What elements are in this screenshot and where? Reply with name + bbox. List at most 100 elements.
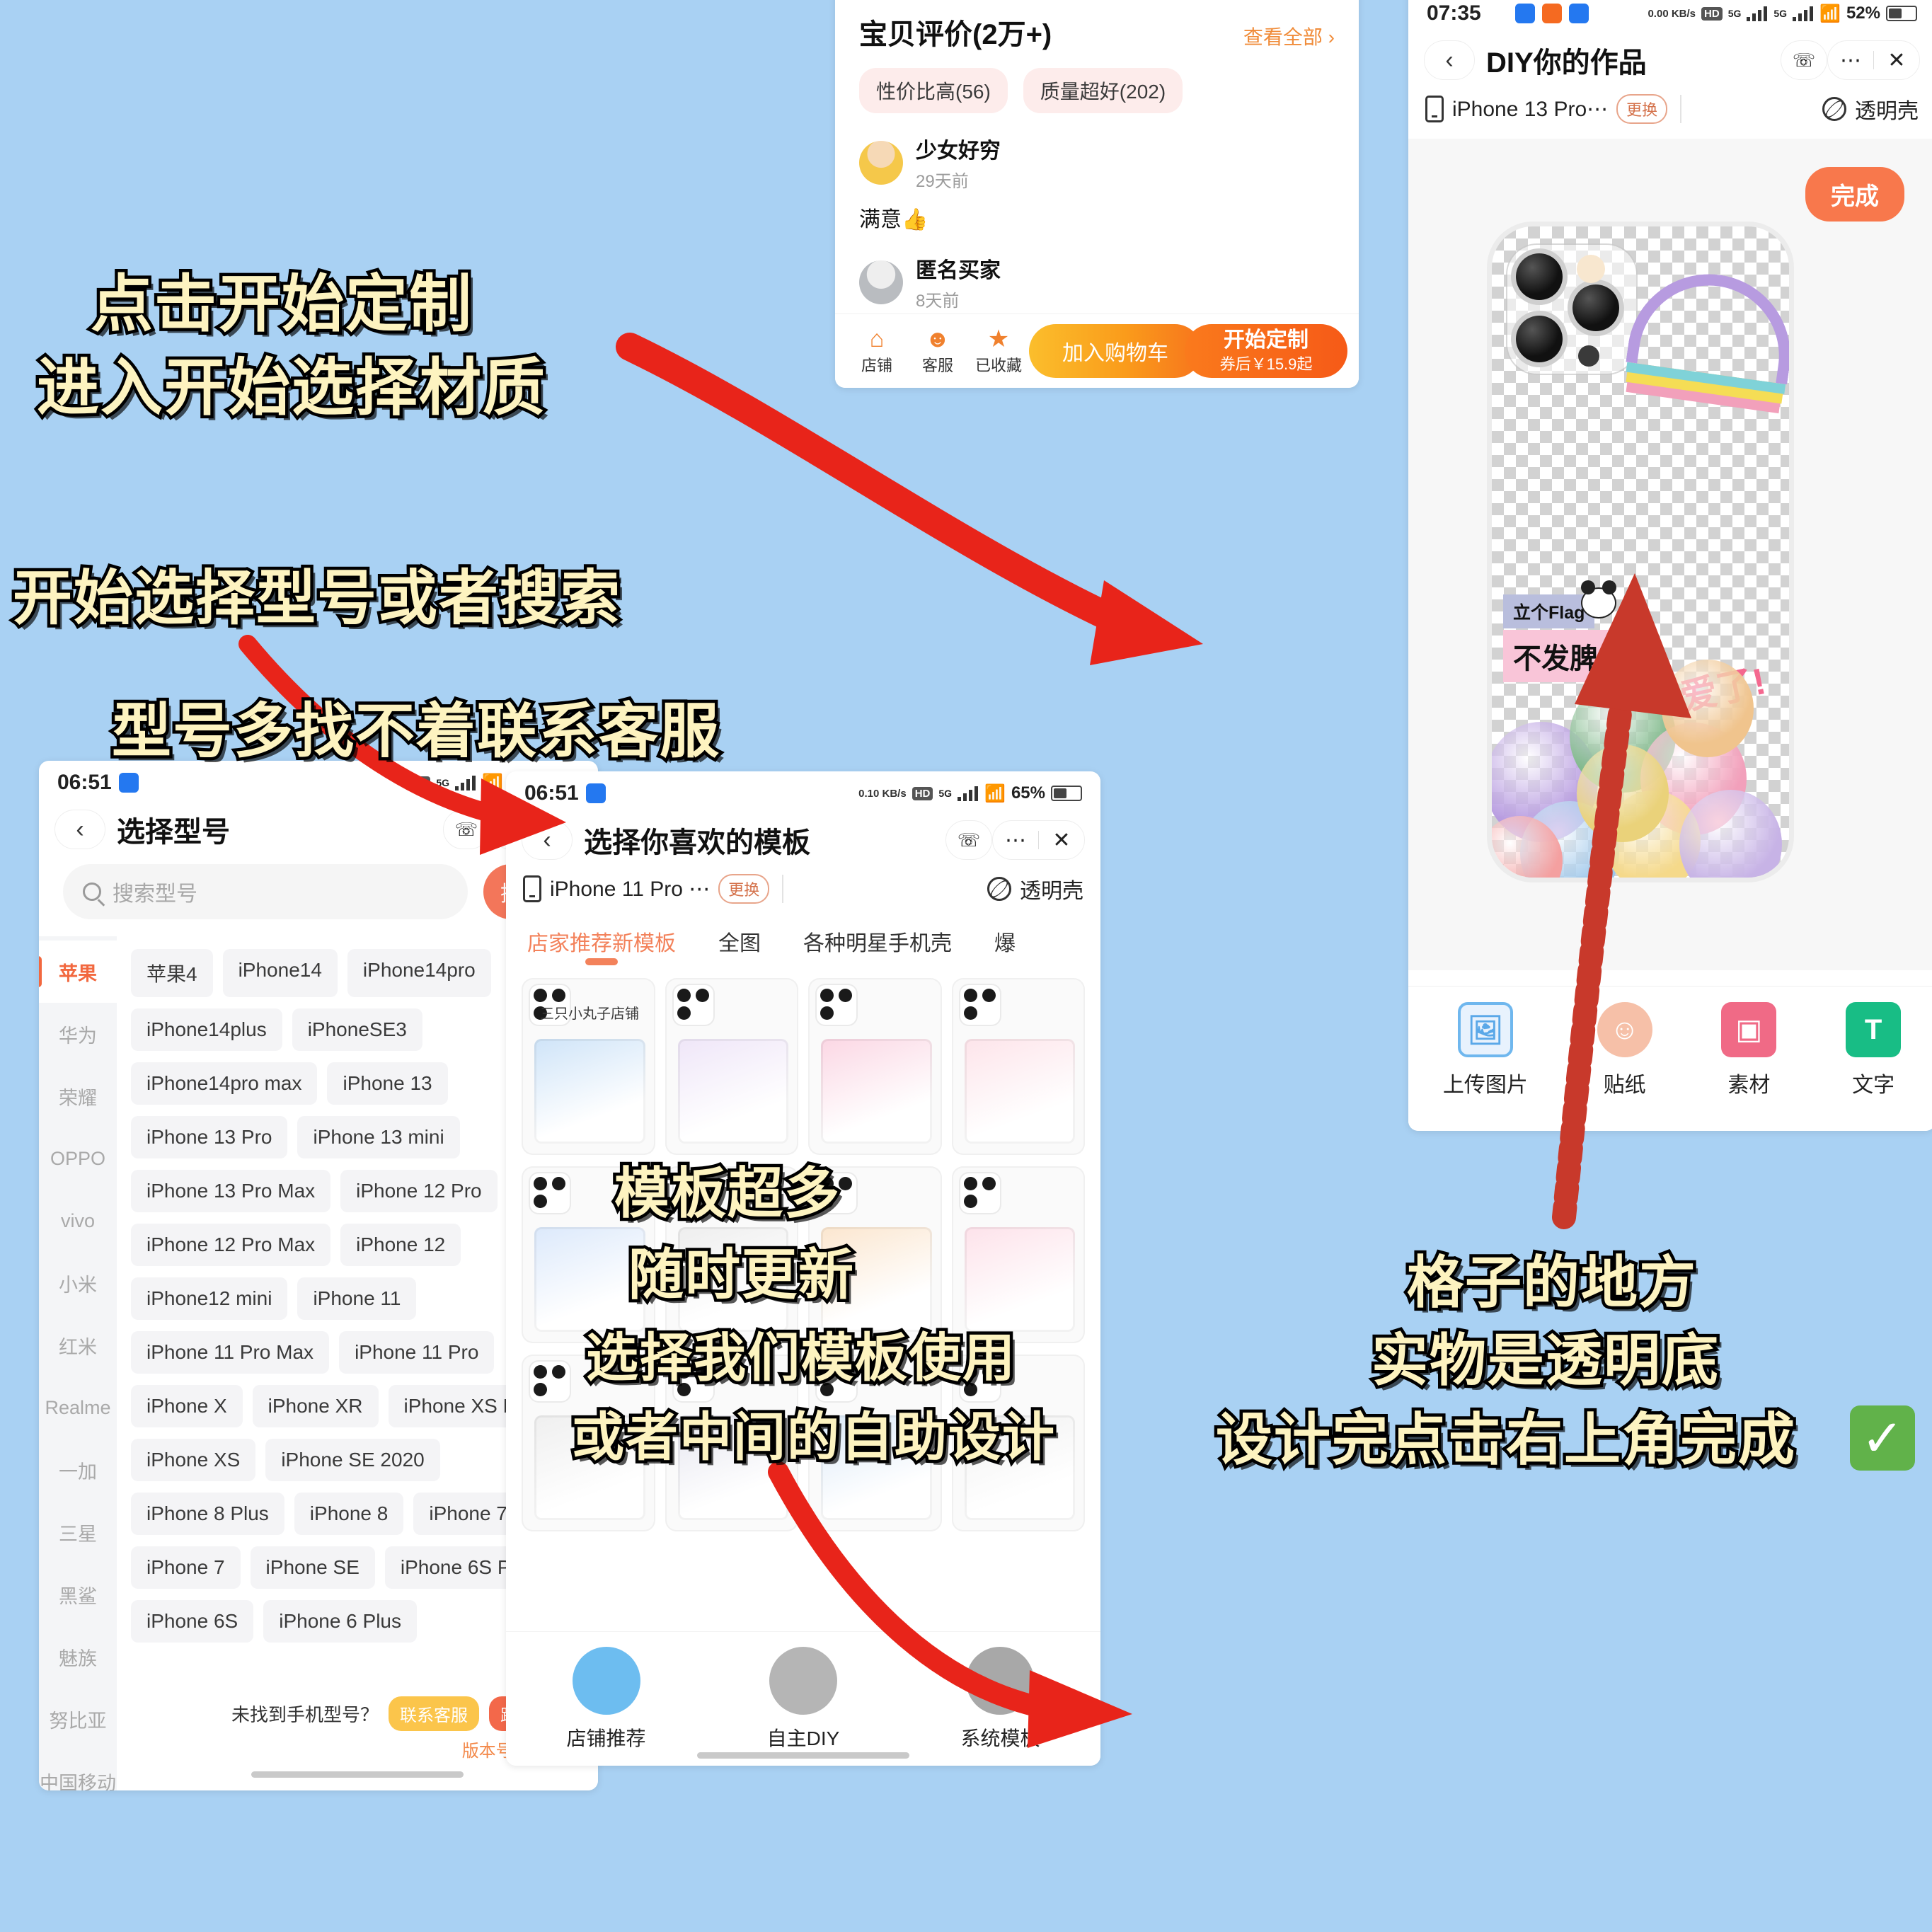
done-button[interactable]: 完成 [1805,167,1904,222]
model-chip[interactable]: iPhone 12 Pro [340,1170,498,1212]
close-icon[interactable]: ✕ [1039,828,1084,853]
hd-icon: HD [912,786,933,800]
divider [782,875,784,903]
template-tab[interactable]: 各种明星手机壳 [803,926,952,965]
review-tag[interactable]: 质量超好(202) [1023,68,1183,113]
brand-item[interactable]: vivo [39,1190,117,1252]
camera-lens [982,1177,996,1190]
template-card[interactable] [665,978,798,1155]
more-menu-icon[interactable]: ⋯ [993,828,1038,853]
brand-item[interactable]: 华为 [39,1003,117,1065]
template-card[interactable] [951,1166,1085,1343]
model-chip[interactable]: iPhone12 mini [131,1277,288,1320]
model-chip[interactable]: iPhone X [131,1385,243,1427]
reviewer-name: 少女好穷 [916,139,1001,163]
rainbow-sticker[interactable] [1626,263,1789,385]
brand-item[interactable]: 三星 [39,1501,117,1563]
camera-lens [1572,284,1619,331]
model-chip[interactable]: iPhone 12 [340,1224,461,1266]
mic-icon [1578,345,1599,367]
brand-item[interactable]: 中国移动 [39,1750,117,1791]
change-device-button[interactable]: 更换 [1616,94,1668,124]
model-chip[interactable]: iPhone14pro max [131,1062,318,1105]
camera-lens [695,989,709,1002]
customer-service-icon[interactable]: ☏ [1781,40,1827,80]
network-5g-icon: 5G [938,788,953,799]
model-chip[interactable]: iPhone 13 Pro [131,1116,288,1158]
model-chip[interactable]: iPhone XR [252,1385,379,1427]
model-chip[interactable]: iPhone 8 [294,1493,404,1535]
avatar [859,140,903,185]
shop-recommend-button[interactable]: 店铺推荐 [567,1646,646,1752]
model-chip[interactable]: iPhone 6 Plus [263,1600,418,1643]
more-menu-icon[interactable]: ⋯ [1828,48,1873,73]
arrow-to-start-customize [616,333,1203,665]
search-placeholder: 搜索型号 [113,882,197,906]
reviews-view-all-link[interactable]: 查看全部 › [1243,22,1335,50]
page-title: DIY你的作品 [1486,47,1647,79]
app-icon [1568,4,1589,23]
brand-item[interactable]: 一加 [39,1439,117,1501]
model-chip[interactable]: iPhone 11 Pro Max [131,1331,330,1374]
model-chip[interactable]: iPhone 12 Pro Max [131,1224,331,1266]
model-chip[interactable]: iPhone 6S [131,1600,254,1643]
case-type[interactable]: 透明壳 [1817,91,1919,127]
model-chip[interactable]: iPhone14plus [131,1008,282,1051]
brand-sidebar: 苹果华为荣耀OPPOvivo小米红米Realme一加三星黑鲨魅族努比亚中国移动中… [39,936,117,1790]
template-tab[interactable]: 全图 [718,926,761,965]
signal-bars-icon [958,786,979,801]
model-chip[interactable]: iPhone 13 Pro Max [131,1170,331,1212]
brand-item[interactable]: 苹果 [39,941,117,1003]
shop-recommend-icon [572,1646,640,1715]
brand-item[interactable]: 荣耀 [39,1065,117,1127]
close-icon[interactable]: ✕ [1874,48,1919,73]
customer-service-icon[interactable]: ☏ [945,820,992,860]
network-5g-icon-2: 5G [1773,8,1788,19]
model-chip[interactable]: iPhone14pro [347,949,491,997]
annotation-5-line-2: 或者中间的自助设计 [569,1406,1058,1469]
text-label: 文字 [1852,1074,1895,1097]
status-time: 07:35 [1427,1,1481,25]
brand-item[interactable]: 黑鲨 [39,1563,117,1626]
case-type[interactable]: 透明壳 [982,871,1083,907]
template-tab[interactable]: 爆 [994,926,1016,965]
device-name: iPhone 13 Pro⋯ [1452,97,1609,121]
model-chip[interactable]: iPhoneSE3 [292,1008,422,1051]
model-chip[interactable]: iPhone 11 [297,1277,417,1320]
brand-item[interactable]: 红米 [39,1314,117,1376]
contact-service-button[interactable]: 联系客服 [389,1696,479,1731]
change-device-button[interactable]: 更换 [718,874,770,904]
brand-item[interactable]: 努比亚 [39,1688,117,1750]
back-button[interactable]: ‹ [1424,40,1475,80]
model-chip[interactable]: iPhone 8 Plus [131,1493,284,1535]
battery-icon [1051,786,1082,801]
model-chip[interactable]: 苹果4 [131,949,213,997]
brand-item[interactable]: Realme [39,1376,117,1439]
back-button[interactable]: ‹ [54,810,105,849]
model-chip[interactable]: iPhone SE 2020 [265,1439,440,1481]
status-time: 06:51 [57,771,112,794]
review-tag[interactable]: 性价比高(56) [859,68,1008,113]
model-chip[interactable]: iPhone 13 mini [297,1116,460,1158]
text-button[interactable]: T 文字 [1846,1002,1902,1098]
reviews-header: 宝贝评价(2万+) 查看全部 › [859,11,1335,52]
template-card[interactable] [951,978,1085,1155]
brand-item[interactable]: 小米 [39,1252,117,1314]
template-tab[interactable]: 店家推荐新模板 [527,926,676,965]
model-chip[interactable]: iPhone XS [131,1439,256,1481]
case-type-label: 透明壳 [1855,100,1919,123]
nav-actions: ☏ ⋯ ✕ [1781,40,1920,80]
model-chip[interactable]: iPhone SE [250,1546,375,1589]
brand-item[interactable]: 魅族 [39,1626,117,1688]
model-chip[interactable]: iPhone 13 [327,1062,448,1105]
search-input[interactable]: 搜索型号 [63,864,468,919]
brand-item[interactable]: OPPO [39,1127,117,1190]
model-chip[interactable]: iPhone 11 Pro [339,1331,495,1374]
template-card[interactable] [808,978,942,1155]
model-chip[interactable]: iPhone 7 [131,1546,241,1589]
annotation-4-line-2: 随时更新 [625,1242,856,1309]
status-bar: 07:35 0.00 KB/s HD 5G 5G 📶 52% [1408,0,1932,35]
template-card[interactable]: 三只小丸子店铺 [522,978,655,1155]
template-artwork [821,1039,932,1144]
model-chip[interactable]: iPhone14 [222,949,338,997]
